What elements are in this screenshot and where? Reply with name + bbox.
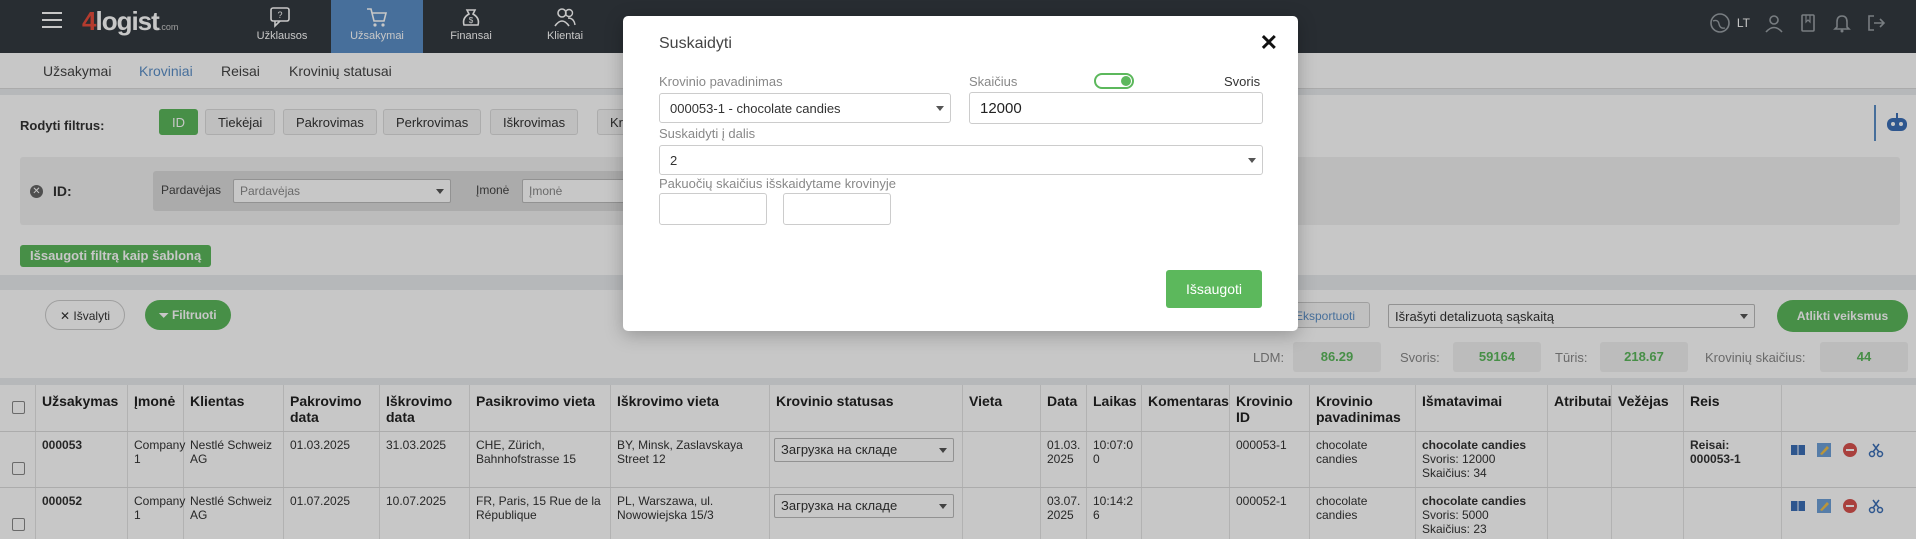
split-parts-label: Suskaidyti į dalis (659, 126, 756, 141)
count-label: Skaičius (969, 74, 1018, 89)
package-count-input-2[interactable] (783, 193, 891, 225)
split-parts-select[interactable]: 2 (659, 145, 1263, 175)
toggle-knob (1121, 76, 1131, 86)
count-weight-toggle[interactable] (1094, 73, 1134, 89)
close-icon[interactable]: ✕ (1260, 30, 1278, 56)
chevron-down-icon (936, 106, 944, 111)
packages-label: Pakuočių skaičius išskaidytame krovinyje (659, 176, 896, 191)
split-cargo-dialog: Suskaidyti ✕ Krovinio pavadinimas 000053… (623, 16, 1298, 331)
cargo-name-select[interactable]: 000053-1 - chocolate candies (659, 93, 951, 123)
package-count-input-1[interactable] (659, 193, 767, 225)
split-parts-value: 2 (670, 153, 678, 168)
count-input[interactable]: 12000 (969, 92, 1263, 124)
cargo-name-label: Krovinio pavadinimas (659, 74, 783, 89)
chevron-down-icon (1248, 158, 1256, 163)
dialog-title: Suskaidyti (659, 35, 732, 52)
save-button[interactable]: Išsaugoti (1166, 270, 1262, 308)
cargo-name-value: 000053-1 - chocolate candies (670, 101, 841, 116)
weight-label: Svoris (1224, 74, 1261, 89)
